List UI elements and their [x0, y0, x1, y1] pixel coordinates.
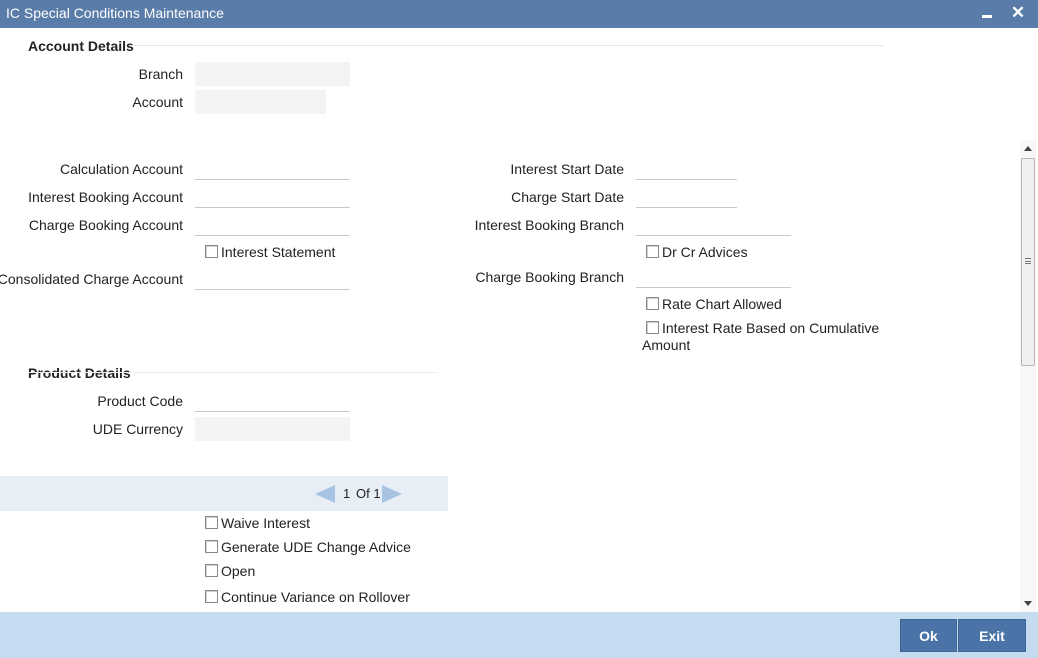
open-box[interactable]	[205, 564, 218, 577]
open-label: Open	[221, 563, 256, 579]
scroll-up-icon[interactable]	[1024, 146, 1032, 151]
interest-start-date-field[interactable]	[636, 156, 737, 180]
ok-button[interactable]: Ok	[900, 619, 957, 652]
waive-interest-box[interactable]	[205, 516, 218, 529]
close-icon[interactable]: ✕	[1008, 2, 1028, 24]
charge-start-date-label: Charge Start Date	[511, 189, 624, 205]
consolidated-charge-account-label: Consolidated Charge Account	[0, 271, 183, 287]
generate-ude-change-advice-label: Generate UDE Change Advice	[221, 539, 411, 555]
total-pages: Of 1	[356, 486, 381, 501]
rate-chart-allowed-checkbox[interactable]: Rate Chart Allowed	[646, 296, 782, 313]
current-page: 1	[343, 486, 351, 501]
interest-booking-branch-label: Interest Booking Branch	[474, 217, 624, 233]
rate-chart-allowed-label: Rate Chart Allowed	[662, 296, 782, 312]
waive-interest-checkbox[interactable]: Waive Interest	[205, 515, 310, 532]
interest-statement-box[interactable]	[205, 245, 218, 258]
account-details-header: Account Details	[28, 38, 134, 54]
minimize-icon[interactable]	[977, 2, 997, 24]
ude-currency-field[interactable]	[195, 417, 350, 441]
interest-statement-label: Interest Statement	[221, 244, 336, 260]
interest-start-date-label: Interest Start Date	[510, 161, 624, 177]
generate-ude-change-advice-checkbox[interactable]: Generate UDE Change Advice	[205, 539, 411, 556]
previous-page-icon[interactable]	[315, 485, 335, 503]
interest-rate-cumulative-box[interactable]	[646, 321, 659, 334]
account-details-divider	[130, 45, 884, 46]
charge-booking-account-label: Charge Booking Account	[28, 217, 183, 233]
grip-icon	[1025, 258, 1031, 264]
product-details-header: Product Details	[28, 365, 131, 381]
charge-booking-branch-label: Charge Booking Branch	[475, 269, 624, 285]
interest-booking-account-field[interactable]	[195, 184, 350, 208]
branch-label: Branch	[138, 66, 183, 82]
charge-start-date-field[interactable]	[636, 184, 737, 208]
interest-rate-cumulative-label: Interest Rate Based on Cumulative	[662, 320, 880, 336]
record-pager: 1 Of 1	[0, 476, 448, 511]
product-code-label: Product Code	[97, 393, 183, 409]
dr-cr-advices-checkbox[interactable]: Dr Cr Advices	[646, 244, 748, 261]
branch-field[interactable]	[195, 62, 350, 86]
continue-variance-on-rollover-box[interactable]	[205, 590, 218, 603]
window-title: IC Special Conditions Maintenance	[6, 5, 224, 21]
product-details-divider	[28, 372, 438, 373]
vertical-scrollbar[interactable]	[1020, 140, 1036, 612]
window-titlebar: IC Special Conditions Maintenance ✕	[0, 0, 1038, 28]
interest-booking-account-label: Interest Booking Account	[28, 189, 183, 205]
open-checkbox[interactable]: Open	[205, 563, 255, 580]
account-field[interactable]	[195, 90, 326, 114]
interest-statement-checkbox[interactable]: Interest Statement	[205, 244, 335, 261]
scrollbar-thumb[interactable]	[1021, 158, 1035, 366]
footer-bar: Ok Exit	[0, 612, 1038, 658]
interest-rate-cumulative-label-cont: Amount	[642, 337, 691, 353]
charge-booking-account-field[interactable]	[195, 212, 350, 236]
interest-rate-cumulative-checkbox[interactable]: Interest Rate Based on Cumulative	[646, 320, 879, 337]
continue-variance-on-rollover-checkbox[interactable]: Continue Variance on Rollover	[205, 589, 410, 606]
calculation-account-label: Calculation Account	[60, 161, 183, 177]
account-label: Account	[132, 94, 183, 110]
exit-button[interactable]: Exit	[958, 619, 1026, 652]
waive-interest-label: Waive Interest	[221, 515, 310, 531]
continue-variance-on-rollover-label: Continue Variance on Rollover	[221, 589, 410, 605]
charge-booking-branch-field[interactable]	[636, 264, 791, 288]
dr-cr-advices-label: Dr Cr Advices	[662, 244, 748, 260]
calculation-account-field[interactable]	[195, 156, 350, 180]
ude-currency-label: UDE Currency	[92, 421, 183, 437]
generate-ude-change-advice-box[interactable]	[205, 540, 218, 553]
product-code-field[interactable]	[195, 388, 350, 412]
interest-booking-branch-field[interactable]	[636, 212, 791, 236]
scroll-down-icon[interactable]	[1024, 601, 1032, 606]
consolidated-charge-account-field[interactable]	[195, 266, 350, 290]
next-page-icon[interactable]	[382, 485, 402, 503]
rate-chart-allowed-box[interactable]	[646, 297, 659, 310]
dr-cr-advices-box[interactable]	[646, 245, 659, 258]
